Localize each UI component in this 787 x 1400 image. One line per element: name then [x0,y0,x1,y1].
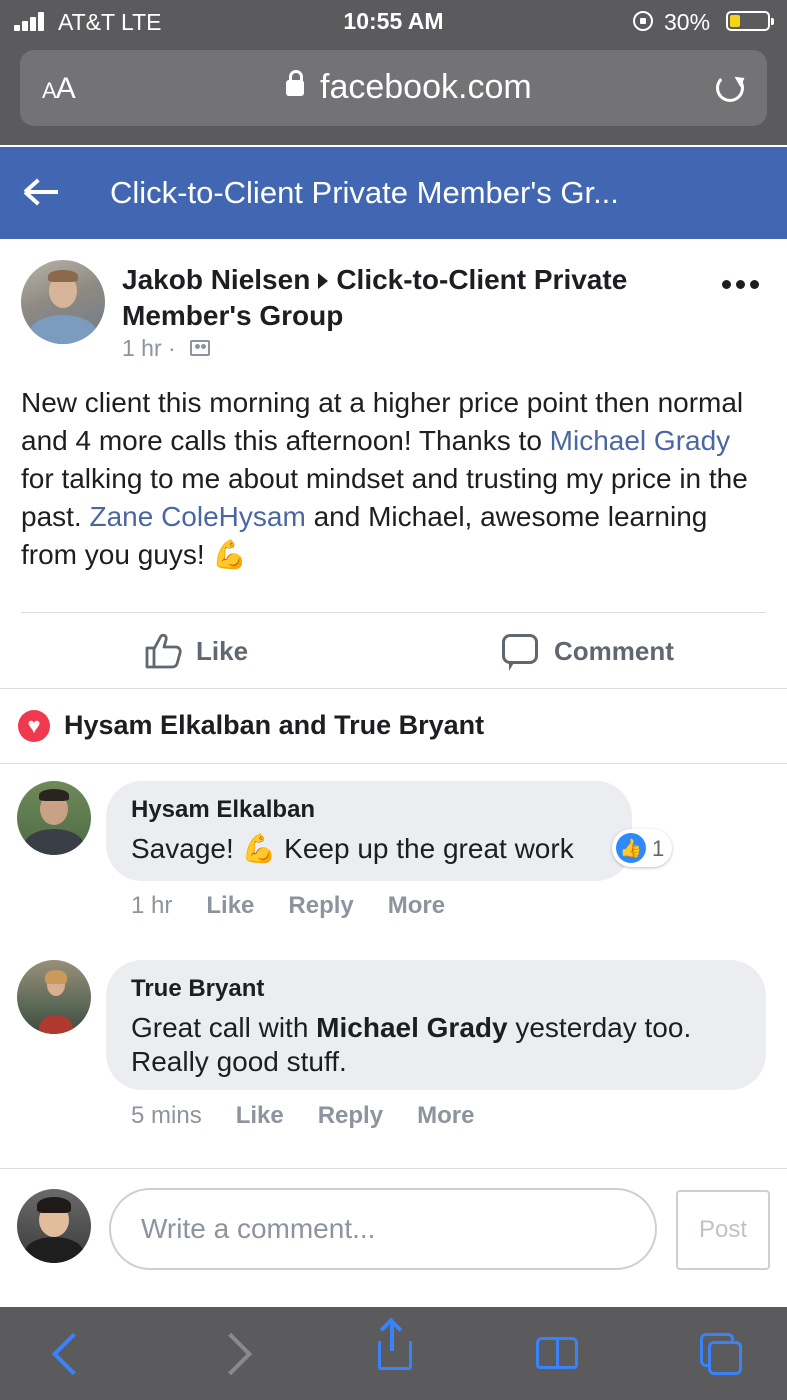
post-timestamp[interactable]: 1 hr · [122,335,176,362]
divider [0,763,787,764]
group-header: Click-to-Client Private Member's Gr... [0,147,787,239]
comment-author[interactable]: Hysam Elkalban [131,796,315,824]
rotation-lock-icon [633,11,653,31]
mention-zane-colehysam[interactable]: Zane ColeHysam [89,501,305,532]
share-icon[interactable] [364,1323,420,1377]
reaction-names: Hysam Elkalban and True Bryant [64,710,485,740]
comment-text: Savage! 💪 Keep up the great work [131,833,574,864]
browser-toolbar [0,1307,787,1400]
comment-like-link[interactable]: Like [206,892,254,919]
divider [21,612,766,613]
post-author-line: Jakob Nielsen Click-to-Client Private Mem… [122,262,712,334]
status-bar: AT&T LTE 10:55 AM 30% [0,0,787,44]
forward-icon[interactable] [209,1327,266,1377]
comment-meta: 1 hr Like Reply More [131,892,479,920]
tabs-icon[interactable] [694,1327,750,1377]
comment-author[interactable]: True Bryant [131,975,264,1003]
commenter-avatar[interactable] [17,781,91,855]
back-arrow-icon[interactable] [23,177,60,207]
flexed-biceps-emoji: 💪 [241,833,277,864]
text-size-button[interactable]: AA [42,72,76,106]
address-bar[interactable]: AA facebook.com [20,50,767,126]
arrow-right-icon [318,272,329,289]
post-body: New client this morning at a higher pric… [21,387,748,570]
comment-label: Comment [554,636,674,666]
comment-icon [502,634,538,671]
thumbs-up-icon: 👍 [616,833,646,863]
url-domain[interactable]: facebook.com [320,68,532,107]
comment-reaction-badge[interactable]: 👍 1 [612,829,672,867]
divider [0,1168,787,1169]
thumbs-up-icon [145,633,182,669]
comment-meta: 5 mins Like Reply More [131,1102,508,1130]
back-icon[interactable] [40,1327,96,1377]
page-title: Click-to-Client Private Member's Gr... [110,175,619,210]
comment-time[interactable]: 5 mins [131,1102,202,1129]
flexed-biceps-emoji: 💪 [212,539,248,570]
browser-chrome: AT&T LTE 10:55 AM 30% AA facebook.com [0,0,787,145]
comment-more-link[interactable]: More [417,1102,474,1129]
divider [0,688,787,689]
comment-text: Great call with Michael Grady yesterday … [131,1012,692,1077]
battery-icon [726,11,774,31]
post-author-name[interactable]: Jakob Nielsen [122,264,310,295]
more-options-icon[interactable] [722,280,762,290]
comment-input[interactable] [109,1188,657,1270]
post-button[interactable]: Post [676,1190,770,1270]
battery-percent: 30% [664,9,711,35]
reaction-count: 1 [652,836,665,861]
comment-more-link[interactable]: More [388,892,445,919]
like-label: Like [196,636,249,666]
author-avatar[interactable] [21,260,105,344]
group-privacy-icon [190,340,210,356]
bookmarks-icon[interactable] [530,1327,586,1377]
lock-icon [286,70,304,96]
love-reaction-icon [18,710,50,742]
comment-reply-link[interactable]: Reply [288,892,353,919]
comment-mention[interactable]: Michael Grady [316,1012,507,1043]
reload-icon[interactable] [716,74,744,102]
mention-michael-grady[interactable]: Michael Grady [550,425,731,456]
comment-reply-link[interactable]: Reply [318,1102,383,1129]
commenter-avatar[interactable] [17,960,91,1034]
comment-time[interactable]: 1 hr [131,892,172,919]
current-user-avatar [17,1189,91,1263]
comment-like-link[interactable]: Like [236,1102,284,1129]
